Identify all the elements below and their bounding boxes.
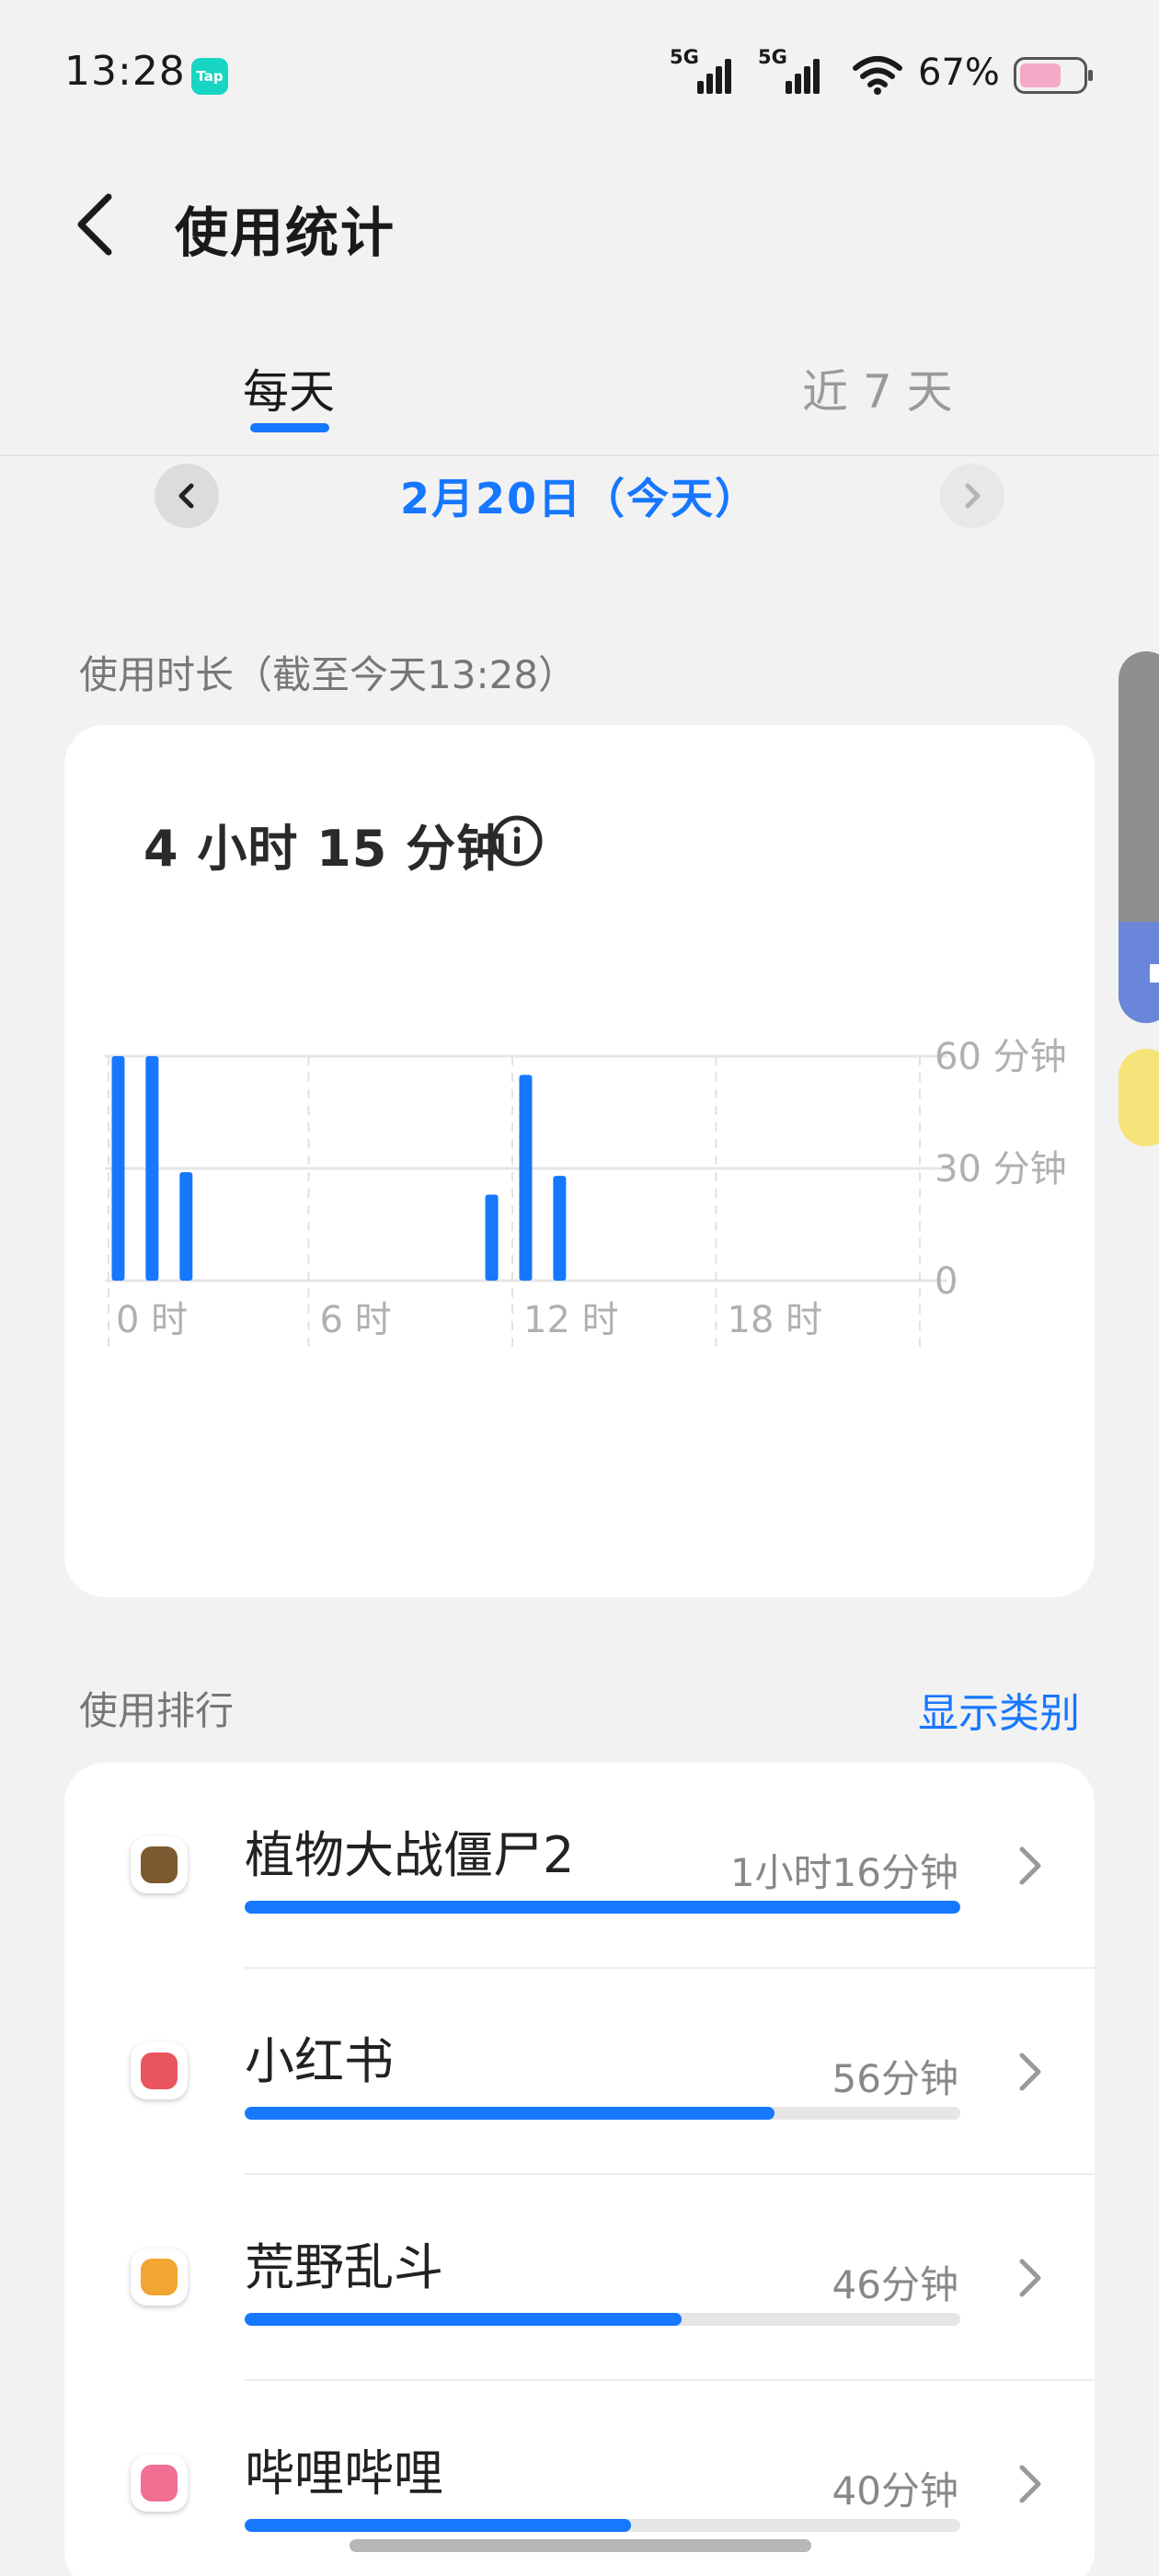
app-name: 哔哩哔哩 xyxy=(245,2444,443,2502)
usage-duration-card: 4 小时 15 分钟 60 分钟 30 分钟 0 0 时6 时 12 时 18 时 xyxy=(64,725,1095,1597)
ranking-row-brawl-stars[interactable]: 荒野乱斗 46分钟 xyxy=(64,2175,1095,2381)
app-name: 小红书 xyxy=(245,2032,394,2090)
y-tick-label: 0 xyxy=(935,1260,958,1303)
pvz-app-icon-inner xyxy=(141,1846,178,1883)
home-indicator[interactable] xyxy=(350,2539,811,2552)
xiaohongshu-app-icon xyxy=(131,2042,188,2099)
wifi-icon xyxy=(853,56,902,95)
cellular-signal-icon: 5G xyxy=(758,46,824,94)
tap-app-badge: Tap xyxy=(191,58,228,95)
page-title: 使用统计 xyxy=(175,201,396,264)
app-usage-time: 40分钟 xyxy=(832,2468,958,2513)
battery-percent: 67% xyxy=(918,52,1000,94)
usage-progress-fill xyxy=(245,2313,682,2326)
tabs-divider xyxy=(0,454,1159,456)
usage-progress-track xyxy=(245,2519,960,2532)
brawl-stars-app-icon xyxy=(131,2248,188,2306)
x-tick-label: 12 时 xyxy=(523,1299,619,1341)
app-name: 植物大战僵尸2 xyxy=(245,1826,575,1884)
chevron-right-icon xyxy=(1019,2259,1041,2297)
battery-icon xyxy=(1014,57,1093,94)
status-bar: 13:28 Tap 5G 5G 67% xyxy=(0,0,1159,138)
network-type-label: 5G xyxy=(758,46,787,68)
usage-progress-fill xyxy=(245,2107,775,2120)
next-day-button[interactable] xyxy=(940,464,1004,528)
chart-y-ticks: 60 分钟 30 分钟 0 xyxy=(935,1036,1067,1303)
usage-progress-track xyxy=(245,2107,960,2120)
hourly-usage-chart: 60 分钟 30 分钟 0 0 时 6 时 12 时 18 时 xyxy=(105,1036,1067,1354)
tab-daily[interactable]: 每天 xyxy=(243,355,335,421)
floating-ball-button[interactable] xyxy=(1119,1049,1159,1146)
y-tick-label: 60 分钟 xyxy=(935,1036,1067,1078)
usage-bar xyxy=(145,1056,159,1281)
status-time: 13:28 xyxy=(64,48,186,95)
usage-duration-section-label: 使用时长（截至今天13:28） xyxy=(79,652,578,697)
chevron-right-icon xyxy=(1019,1846,1041,1885)
bilibili-app-icon xyxy=(131,2455,188,2512)
floating-sidebar-dot xyxy=(1150,964,1159,983)
chevron-right-icon xyxy=(1019,2053,1041,2091)
usage-progress-track xyxy=(245,1901,960,1914)
show-category-link[interactable]: 显示类别 xyxy=(918,1680,1080,1739)
xiaohongshu-app-icon-inner xyxy=(141,2053,178,2089)
active-tab-indicator xyxy=(250,423,329,432)
ranking-row-xiaohongshu[interactable]: 小红书 56分钟 xyxy=(64,1969,1095,2175)
cellular-signal-icon: 5G xyxy=(670,46,736,94)
usage-progress-fill xyxy=(245,1901,960,1914)
bilibili-app-icon-inner xyxy=(141,2465,178,2501)
usage-bar xyxy=(519,1075,533,1281)
network-type-label: 5G xyxy=(670,46,699,68)
app-name: 荒野乱斗 xyxy=(245,2238,443,2296)
app-usage-time: 1小时16分钟 xyxy=(729,1850,958,1895)
x-tick-label: 18 时 xyxy=(728,1299,823,1341)
usage-progress-fill xyxy=(245,2519,632,2532)
chevron-right-icon xyxy=(1019,2465,1041,2503)
usage-bar xyxy=(179,1172,193,1281)
x-tick-label: 0 时 xyxy=(116,1299,188,1341)
x-tick-label: 6 时 xyxy=(320,1299,392,1341)
usage-ranking-card: 植物大战僵尸2 1小时16分钟 小红书 56分钟 荒野乱斗 46分钟 哔哩哔哩 … xyxy=(64,1763,1095,2576)
usage-progress-track xyxy=(245,2313,960,2326)
usage-bar xyxy=(553,1176,567,1281)
brawl-stars-app-icon-inner xyxy=(141,2259,178,2295)
ranking-row-pvz2[interactable]: 植物大战僵尸2 1小时16分钟 xyxy=(64,1763,1095,1969)
y-tick-label: 30 分钟 xyxy=(935,1148,1067,1190)
tab-last-7-days[interactable]: 近 7 天 xyxy=(802,355,953,421)
chevron-right-icon xyxy=(965,483,981,509)
floating-sidebar-handle[interactable] xyxy=(1119,651,1159,1023)
usage-bar xyxy=(485,1194,499,1281)
usage-ranking-section-label: 使用排行 xyxy=(79,1688,235,1733)
back-button[interactable] xyxy=(68,190,123,259)
app-usage-time: 56分钟 xyxy=(832,2056,958,2101)
app-usage-time: 46分钟 xyxy=(832,2262,958,2307)
usage-bar xyxy=(111,1056,125,1281)
pvz-app-icon xyxy=(131,1836,188,1893)
battery-level-fill xyxy=(1020,63,1061,87)
